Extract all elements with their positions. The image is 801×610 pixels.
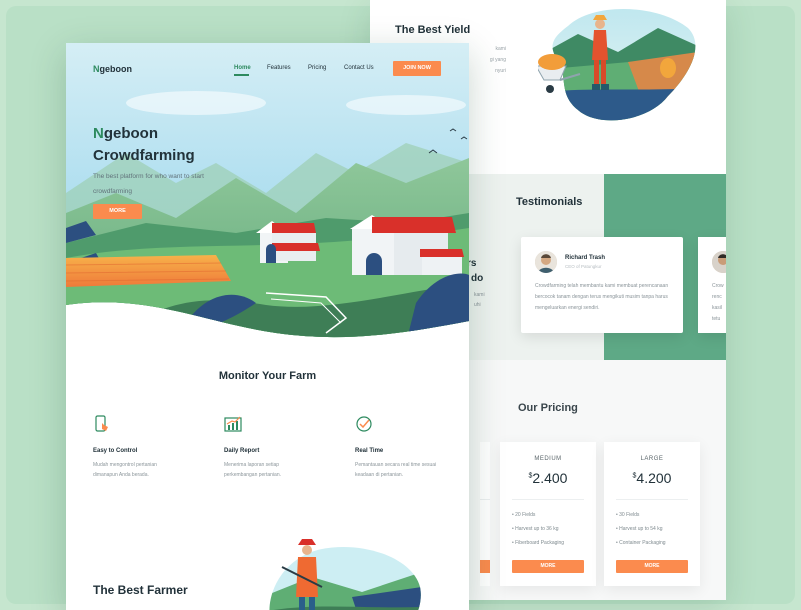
pricing-heading: Our Pricing xyxy=(518,402,578,414)
site-logo[interactable]: Ngeboon xyxy=(93,64,132,74)
pricing-card-large: LARGE $4.200 • 30 Fields • Harvest up to… xyxy=(604,442,700,586)
feature-description: Mudah mengontrol pertanian dimanapun And… xyxy=(93,462,157,478)
pricing-card-medium: MEDIUM $2.400 • 20 Fields • Harvest up t… xyxy=(500,442,596,586)
hero-more-button[interactable]: MORE xyxy=(93,204,142,219)
partial-heading-line: do xyxy=(471,273,484,284)
monitor-heading: Monitor Your Farm xyxy=(218,370,317,382)
plan-feature: • 20 Fields xyxy=(512,512,536,518)
farmer-hoeing-illustration xyxy=(269,539,421,610)
feature-description: Pemantauan secara real time sesuai keada… xyxy=(355,462,437,478)
hero-subtitle: The best platform for who want to start … xyxy=(93,173,204,195)
pricing-card-partial xyxy=(480,442,490,586)
testimonial-name: Richard Trash xyxy=(565,255,606,261)
plan-price: $4.200 xyxy=(632,470,672,486)
plan-more-button[interactable]: MORE xyxy=(616,560,688,573)
testimonial-card-partial: Crow renc kasil tetu xyxy=(698,237,726,333)
feature-title: Real Time xyxy=(355,448,384,454)
best-yield-heading: The Best Yield xyxy=(395,24,471,36)
plan-feature: • Harvest up to 36 kg xyxy=(512,526,559,532)
testimonial-quote: Crowdfarming telah membantu kami membuat… xyxy=(535,283,669,311)
nav-features-link[interactable]: Features xyxy=(267,65,291,71)
nav-contact-link[interactable]: Contact Us xyxy=(344,65,374,71)
plan-feature: • Fiberboard Packaging xyxy=(512,540,565,546)
feature-title: Daily Report xyxy=(224,448,260,454)
nav-home-link[interactable]: Home xyxy=(234,65,251,71)
nav-pricing-link[interactable]: Pricing xyxy=(308,65,326,71)
partial-text-line: uhi xyxy=(474,302,481,308)
farmer-wheelbarrow-illustration xyxy=(538,8,696,121)
plan-feature: • Harvest up to 54 kg xyxy=(616,526,663,532)
plan-feature: • 30 Fields xyxy=(616,512,640,518)
avatar xyxy=(712,251,726,273)
divider xyxy=(512,499,584,500)
testimonial-quote-partial: Crow renc kasil tetu xyxy=(712,283,724,322)
plan-price: $2.400 xyxy=(528,470,568,486)
testimonial-role: CEO of Patungkur xyxy=(565,264,602,269)
plan-feature: • Container Packaging xyxy=(616,540,666,546)
plan-more-button[interactable]: MORE xyxy=(512,560,584,573)
join-now-button[interactable]: JOIN NOW xyxy=(393,61,441,76)
feature-title: Easy to Control xyxy=(93,448,138,454)
nav-active-indicator xyxy=(234,74,249,76)
plan-name: MEDIUM xyxy=(534,456,562,462)
phone-touch-icon xyxy=(95,415,108,432)
plan-name: LARGE xyxy=(640,456,664,462)
feature-description: Menerima laporan setiap perkembangan per… xyxy=(224,462,281,478)
chart-report-icon xyxy=(224,416,242,432)
clock-check-icon xyxy=(356,416,372,432)
avatar xyxy=(535,251,557,273)
hero-title: Ngeboon Crowdfarming xyxy=(93,125,195,164)
front-page-preview: Ngeboon Home Features Pricing Contact Us… xyxy=(66,43,469,610)
best-farmer-heading: The Best Farmer xyxy=(93,583,188,597)
divider xyxy=(616,499,688,500)
testimonial-card: Richard Trash CEO of Patungkur Crowdfarm… xyxy=(521,237,683,333)
partial-text-line: kami xyxy=(474,292,485,298)
testimonials-heading: Testimonials xyxy=(516,196,583,208)
